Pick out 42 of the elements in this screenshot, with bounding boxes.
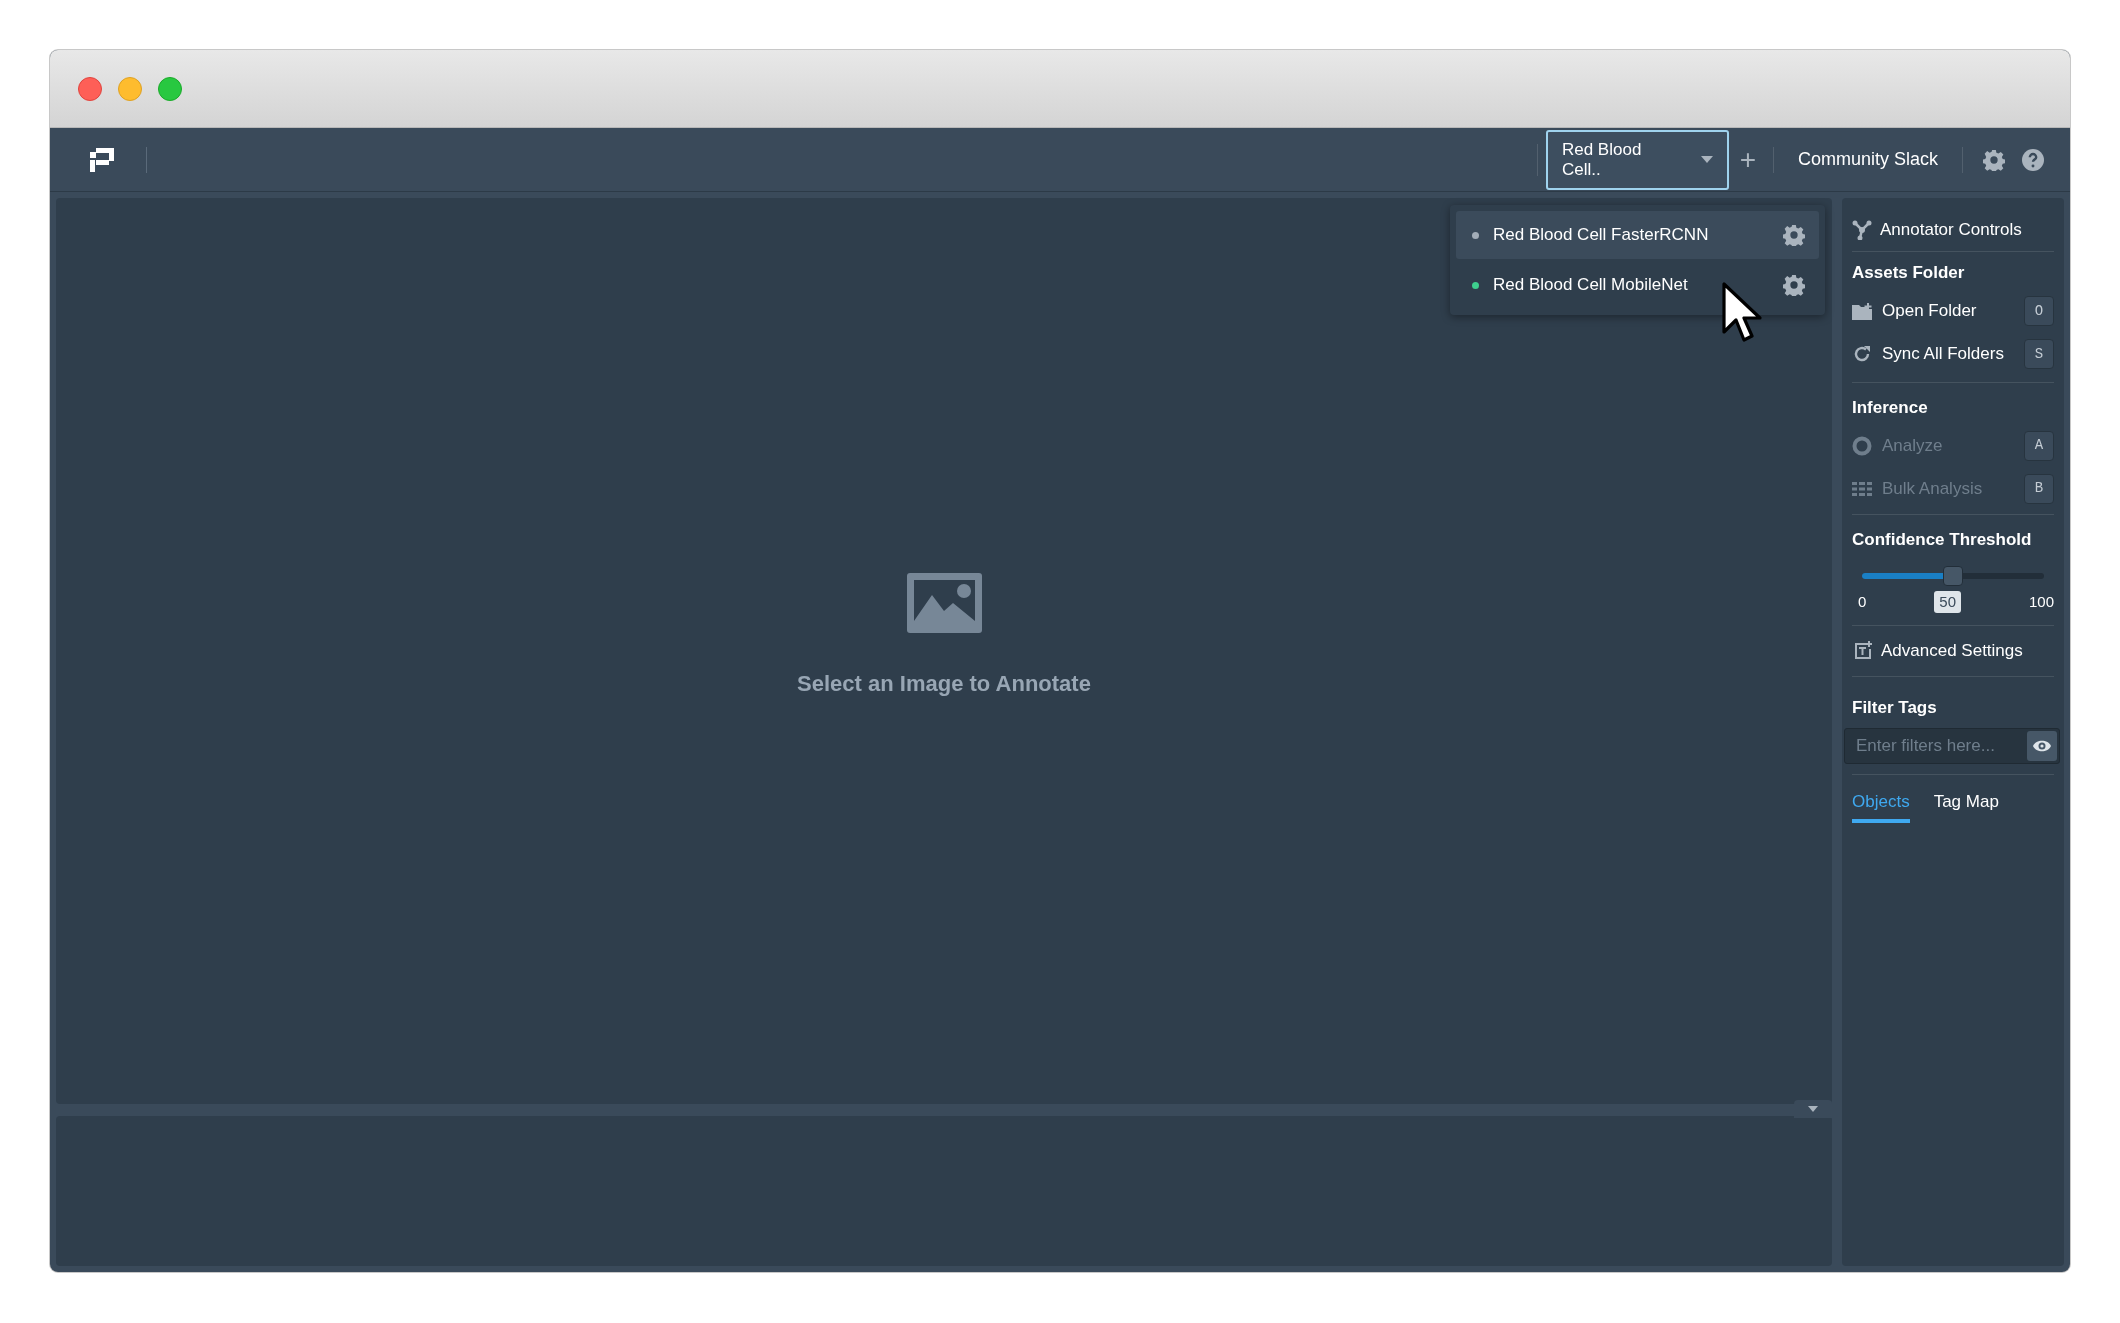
image-placeholder-icon xyxy=(906,572,982,633)
nodes-icon xyxy=(1852,219,1872,240)
shortcut-key: S xyxy=(2024,339,2054,369)
help-icon[interactable] xyxy=(2022,148,2044,171)
refresh-icon xyxy=(1852,344,1872,364)
model-dropdown[interactable]: Red Blood Cell.. xyxy=(1545,129,1729,190)
slider-thumb[interactable] xyxy=(1943,565,1963,586)
settings-icon[interactable] xyxy=(1783,274,1805,296)
community-slack-link[interactable]: Community Slack xyxy=(1797,146,1938,173)
panel-tab[interactable]: Objects xyxy=(1852,789,1910,823)
empty-canvas-message: Select an Image to Annotate xyxy=(797,669,1091,698)
settings-icon[interactable] xyxy=(1783,224,1805,246)
caret-icon xyxy=(1700,156,1713,163)
sidebar-action-button[interactable]: Open Folder xyxy=(1882,298,2016,324)
settings-icon[interactable] xyxy=(1983,148,2005,171)
close-window-button[interactable] xyxy=(78,76,102,101)
grid-icon xyxy=(1852,480,1872,497)
text-box-plus-icon xyxy=(1854,641,1873,661)
slider-min-label: 0 xyxy=(1858,591,1867,612)
section-heading: Assets Folder xyxy=(1852,262,1966,284)
section-heading: Filter Tags xyxy=(1852,696,1938,719)
caret-icon xyxy=(1808,1106,1818,1112)
shortcut-key: B xyxy=(2024,473,2054,504)
model-menu-item[interactable]: Red Blood Cell FasterRCNN xyxy=(1456,211,1819,259)
add-button[interactable]: + xyxy=(1734,143,1761,176)
shortcut-key: O xyxy=(2024,296,2054,326)
eye-icon xyxy=(2033,740,2051,752)
sidebar-action-button[interactable]: Sync All Folders xyxy=(1882,341,2016,367)
visibility-toggle-button[interactable] xyxy=(2027,731,2057,761)
advanced-settings-link[interactable]: Advanced Settings xyxy=(1881,638,2023,664)
shortcut-key: A xyxy=(2024,430,2054,461)
circle-icon xyxy=(1852,435,1872,456)
section-heading: Confidence Threshold xyxy=(1852,529,2033,551)
model-menu-item[interactable]: Red Blood Cell MobileNet xyxy=(1456,261,1819,309)
slider-max-label: 100 xyxy=(2028,591,2054,612)
logo-icon[interactable] xyxy=(90,147,114,172)
section-heading: Inference xyxy=(1852,396,1929,419)
slider-value-label: 50 xyxy=(1934,590,1961,613)
panel-tab[interactable]: Tag Map xyxy=(1933,789,1999,823)
folder-plus-icon xyxy=(1852,302,1872,320)
sidebar-title: Annotator Controls xyxy=(1880,218,2022,241)
slider-track[interactable] xyxy=(1862,564,2044,587)
